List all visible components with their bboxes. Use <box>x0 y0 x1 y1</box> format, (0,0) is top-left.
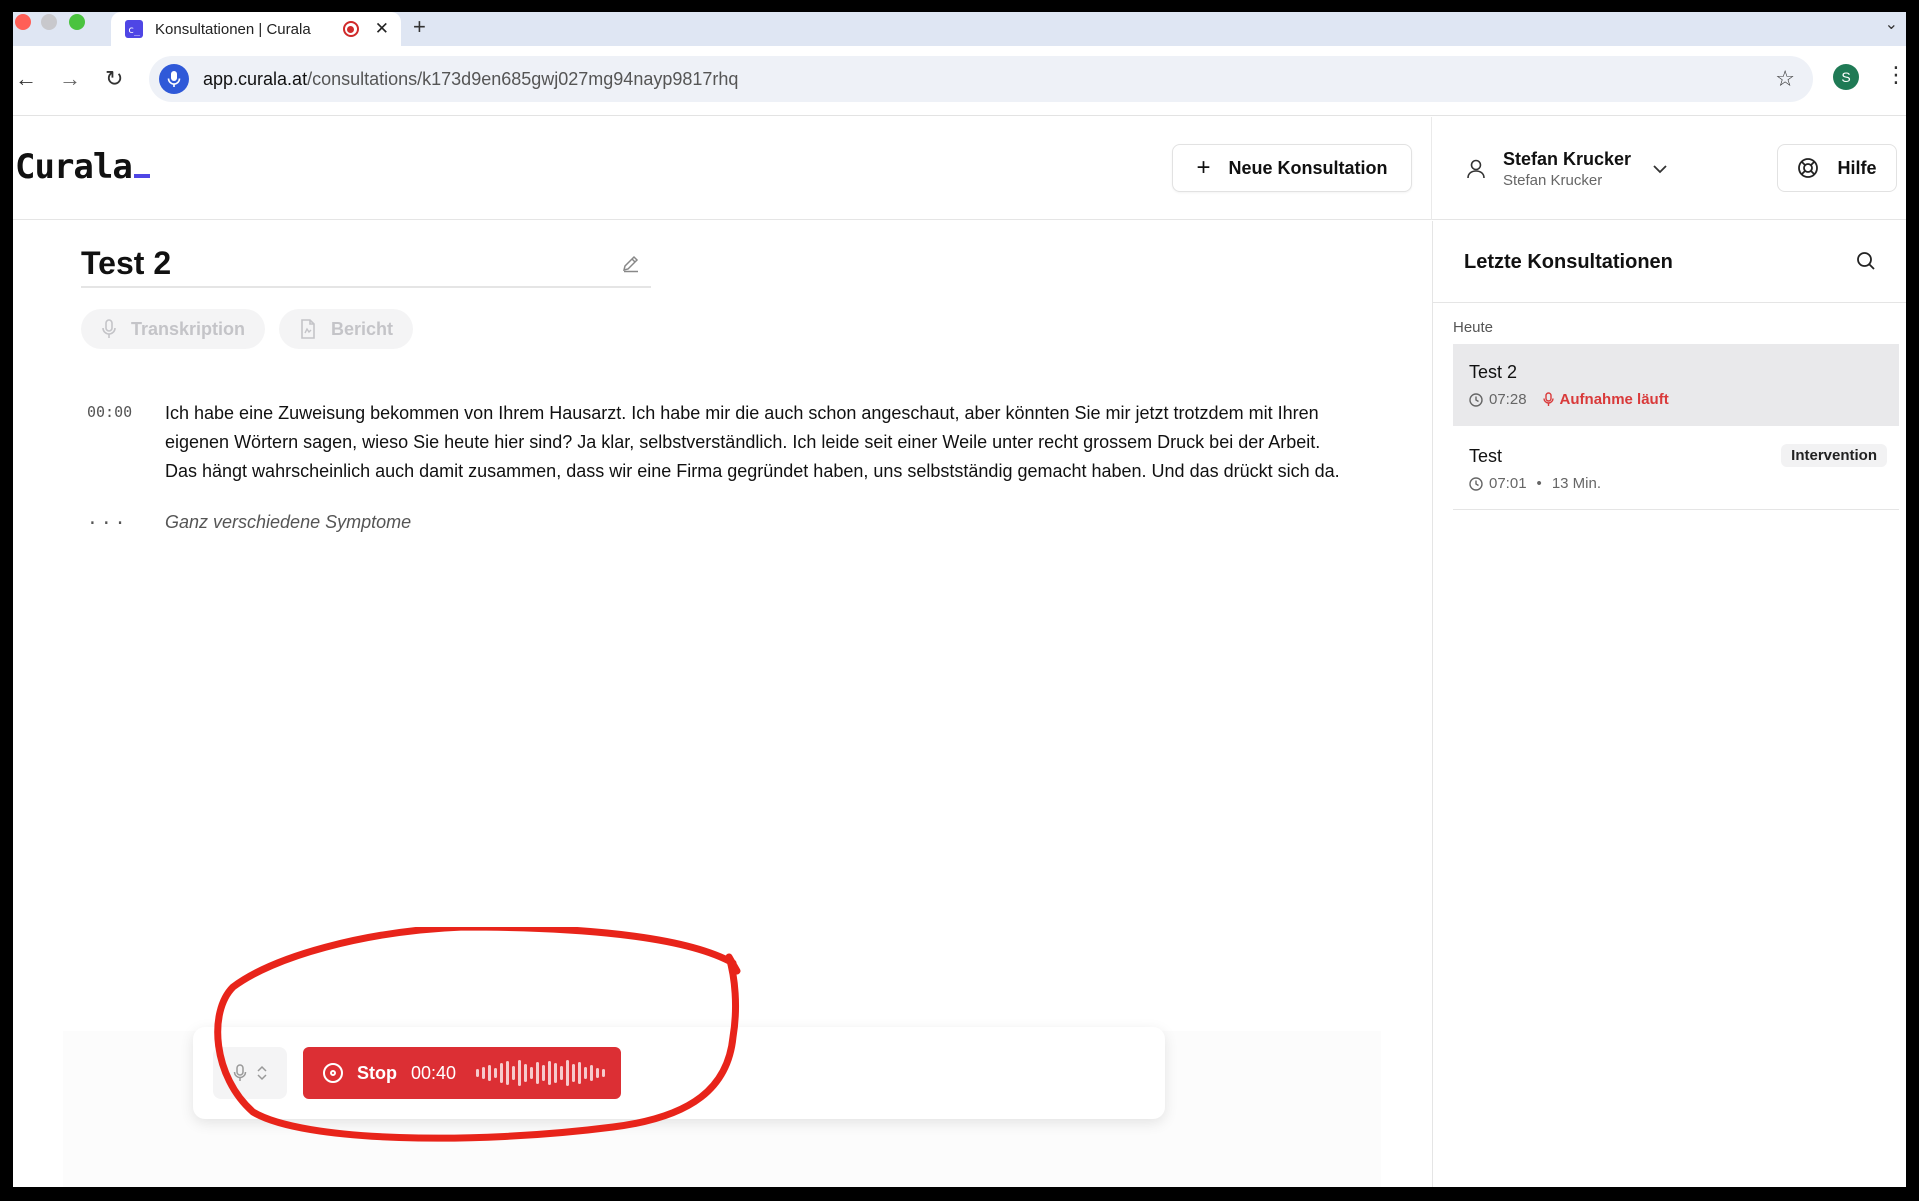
group-label-today: Heute <box>1453 319 1494 336</box>
browser-window: c_ Konsultationen | Curala ✕ + ⌄ ← → ↻ a… <box>13 12 1906 1187</box>
search-icon[interactable] <box>1856 251 1876 271</box>
waveform-bar <box>536 1062 540 1084</box>
user-name: Stefan Krucker <box>1503 149 1632 169</box>
user-menu[interactable]: Stefan Krucker Stefan Krucker <box>1465 141 1667 197</box>
consultation-title: Test 2 <box>81 245 172 281</box>
stop-label: Stop <box>357 1062 397 1083</box>
tab-title: Konsultationen | Curala <box>155 20 311 38</box>
tag-badge: Intervention <box>1781 444 1887 467</box>
favicon-icon: c_ <box>125 20 143 38</box>
mic-icon <box>102 319 116 338</box>
stop-circle-icon <box>323 1063 343 1083</box>
waveform-bar <box>554 1063 558 1083</box>
segment-timestamp[interactable]: 00:00 <box>87 399 165 486</box>
consultation-item-duration: 13 Min. <box>1551 475 1602 492</box>
maximize-window-button[interactable] <box>69 14 85 30</box>
waveform-bar <box>578 1062 582 1084</box>
user-subtitle: Stefan Krucker <box>1503 172 1603 189</box>
minimize-window-button[interactable] <box>41 14 57 30</box>
waveform-bar <box>518 1060 522 1086</box>
tab-transcription[interactable]: Transkription <box>81 309 266 349</box>
waveform-bar <box>542 1065 546 1081</box>
document-icon <box>301 319 315 339</box>
consultation-item-time: 07:01 <box>1489 475 1527 492</box>
waveform-bar <box>512 1066 516 1080</box>
transcript: 00:00 Ich habe eine Zuweisung bekommen v… <box>87 399 1367 559</box>
waveform-bar <box>500 1063 504 1083</box>
close-window-button[interactable] <box>15 14 31 30</box>
waveform-bar <box>524 1064 528 1082</box>
waveform-bar <box>566 1060 570 1086</box>
chevron-updown-icon <box>257 1065 267 1081</box>
consultation-item[interactable]: Test 2 07:28 Aufnahme läuft <box>1453 344 1899 426</box>
tab-search-chevron-icon[interactable]: ⌄ <box>1885 14 1898 34</box>
waveform-bar <box>596 1068 600 1078</box>
logo[interactable]: Curala <box>15 147 150 187</box>
recent-consultations-sidebar: Letzte Konsultationen Heute Test 2 07:28… <box>1432 221 1906 1187</box>
transcript-segment-pending: ... Ganz verschiedene Symptome <box>87 508 1367 537</box>
mic-icon <box>1542 392 1554 406</box>
consultation-main: Test 2 Transkription Bericht 00:00 Ich h… <box>13 221 1431 1187</box>
plus-icon: + <box>1196 154 1211 181</box>
stop-recording-button[interactable]: Stop 00:40 <box>303 1047 621 1099</box>
user-icon <box>1467 159 1485 179</box>
waveform-bar <box>488 1065 492 1081</box>
mic-icon <box>233 1064 247 1081</box>
sidebar-title: Letzte Konsultationen <box>1464 251 1673 273</box>
waveform-bar <box>476 1069 480 1077</box>
consultation-item-title: Test 2 <box>1469 362 1518 382</box>
waveform-bar <box>494 1068 498 1078</box>
new-tab-button[interactable]: + <box>413 14 426 40</box>
clock-icon <box>1469 392 1483 407</box>
close-tab-icon[interactable]: ✕ <box>375 19 389 39</box>
segment-text: Ganz verschiedene Symptome <box>165 512 412 532</box>
waveform-bar <box>602 1069 606 1077</box>
transcript-segment: 00:00 Ich habe eine Zuweisung bekommen v… <box>87 399 1367 486</box>
waveform-bar <box>590 1065 594 1081</box>
clock-icon <box>1469 476 1483 491</box>
recording-indicator-icon <box>342 21 359 37</box>
recorder-bar: Stop 00:40 <box>193 1027 1165 1119</box>
waveform-bar <box>560 1066 564 1080</box>
mode-tabs: Transkription Bericht <box>81 309 414 349</box>
recording-timer: 00:40 <box>411 1062 457 1083</box>
browser-tab-active[interactable]: c_ Konsultationen | Curala ✕ <box>111 12 401 46</box>
segment-timestamp: ... <box>87 508 129 529</box>
mic-in-use-icon[interactable] <box>159 64 189 94</box>
separator-dot: • <box>1536 475 1542 492</box>
app-header: Curala + Neue Konsultation Stefan Krucke… <box>13 117 1906 220</box>
tab-report[interactable]: Bericht <box>279 309 414 349</box>
chevron-down-icon <box>1653 161 1667 177</box>
browser-toolbar: ← → ↻ app.curala.at/consultations/k173d9… <box>13 46 1906 116</box>
sidebar-header: Letzte Konsultationen <box>1433 221 1906 303</box>
bookmark-star-icon[interactable]: ☆ <box>1775 66 1795 92</box>
segment-text: Ich habe eine Zuweisung bekommen von Ihr… <box>165 403 1340 481</box>
forward-arrow-icon[interactable]: → <box>59 68 81 90</box>
consultation-item[interactable]: Test Intervention 07:01 • 13 Min. <box>1453 428 1899 510</box>
lifebuoy-icon <box>1798 158 1819 178</box>
waveform-bar <box>530 1067 534 1079</box>
consultation-item-time: 07:28 <box>1489 391 1527 408</box>
pencil-edit-icon[interactable] <box>621 253 641 273</box>
header-divider <box>1431 117 1432 220</box>
title-field[interactable]: Test 2 <box>81 243 651 288</box>
new-consultation-button[interactable]: + Neue Konsultation <box>1172 144 1412 192</box>
profile-avatar[interactable]: S <box>1833 64 1859 90</box>
kebab-menu-icon[interactable]: ⋮ <box>1885 62 1906 88</box>
waveform-bar <box>548 1061 552 1085</box>
microphone-select[interactable] <box>213 1047 287 1099</box>
waveform-bar <box>506 1061 510 1085</box>
waveform-bar <box>572 1064 576 1082</box>
recording-status: Aufnahme läuft <box>1542 391 1669 408</box>
audio-waveform-icon <box>476 1058 606 1088</box>
waveform-bar <box>482 1067 486 1079</box>
waveform-bar <box>584 1067 588 1079</box>
url-text: app.curala.at/consultations/k173d9en685g… <box>203 68 739 89</box>
back-arrow-icon[interactable]: ← <box>15 68 37 90</box>
reload-icon[interactable]: ↻ <box>105 68 123 90</box>
tab-strip: c_ Konsultationen | Curala ✕ + ⌄ <box>13 12 1906 46</box>
address-bar[interactable]: app.curala.at/consultations/k173d9en685g… <box>149 56 1813 102</box>
help-button[interactable]: Hilfe <box>1777 144 1897 192</box>
